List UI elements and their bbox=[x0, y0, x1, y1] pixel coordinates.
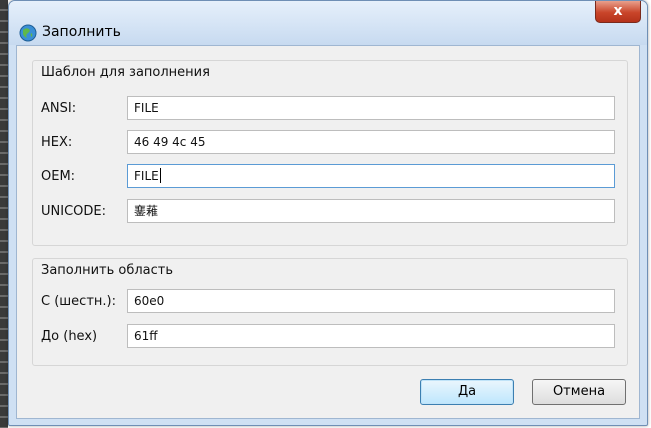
cancel-button[interactable]: Отмена bbox=[532, 379, 626, 405]
hex-label: HEX: bbox=[41, 135, 73, 150]
title-bar[interactable]: Заполнить x bbox=[9, 1, 647, 45]
hex-field[interactable]: 46 49 4c 45 bbox=[127, 130, 615, 154]
unicode-field[interactable]: 䥆䕌 bbox=[127, 199, 615, 223]
text-caret bbox=[159, 168, 161, 183]
desktop-background bbox=[0, 0, 8, 428]
close-icon: x bbox=[613, 3, 623, 19]
from-label: С (шестн.): bbox=[41, 294, 116, 309]
ansi-field[interactable]: FILE bbox=[127, 96, 615, 120]
close-button[interactable]: x bbox=[595, 1, 641, 23]
unicode-label: UNICODE: bbox=[41, 204, 106, 219]
to-label: До (hex) bbox=[41, 329, 98, 344]
oem-field-value: FILE bbox=[134, 169, 159, 183]
range-group: Заполнить область С (шестн.): 60e0 До (h… bbox=[32, 258, 628, 366]
from-hex-field[interactable]: 60e0 bbox=[127, 289, 615, 313]
dialog-client-area: Шаблон для заполнения ANSI: FILE HEX: 46… bbox=[16, 45, 640, 419]
fill-dialog: Заполнить x Шаблон для заполнения ANSI: … bbox=[8, 0, 648, 426]
template-group-title: Шаблон для заполнения bbox=[41, 65, 210, 80]
app-globe-icon bbox=[19, 24, 37, 42]
ansi-label: ANSI: bbox=[41, 101, 77, 116]
window-title: Заполнить bbox=[42, 24, 121, 40]
oem-field[interactable]: FILE bbox=[127, 164, 615, 188]
to-hex-field[interactable]: 61ff bbox=[127, 324, 615, 348]
range-group-title: Заполнить область bbox=[41, 263, 174, 278]
ok-button[interactable]: Да bbox=[420, 379, 514, 405]
template-group: Шаблон для заполнения ANSI: FILE HEX: 46… bbox=[32, 60, 628, 246]
oem-label: OEM: bbox=[41, 169, 76, 184]
